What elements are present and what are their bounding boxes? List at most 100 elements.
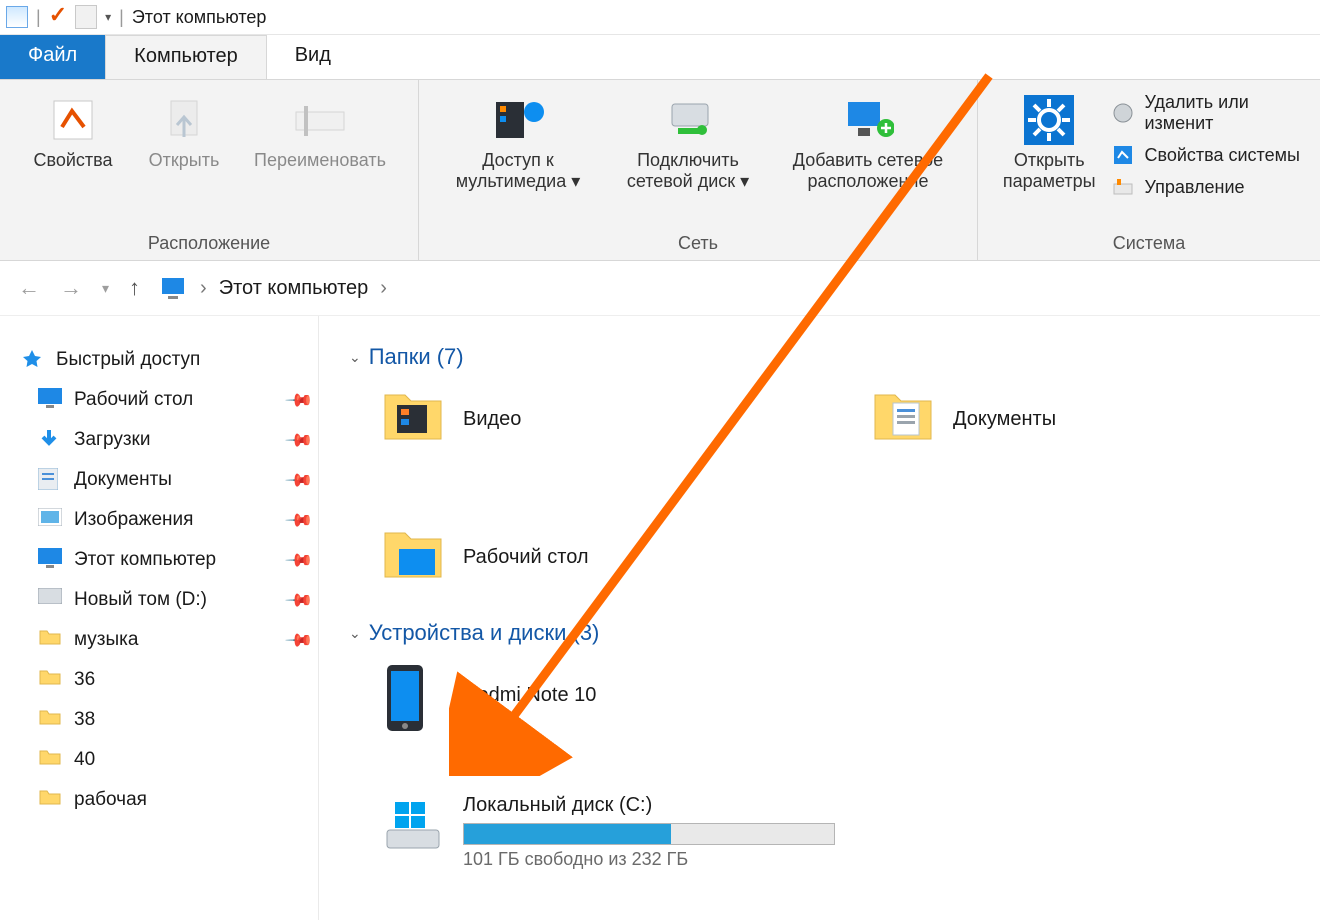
folder-desktop[interactable]: Рабочий стол — [381, 518, 811, 596]
sidebar: Быстрый доступ Рабочий стол📌 Загрузки📌 Д… — [0, 316, 319, 920]
rename-button[interactable]: Переименовать — [238, 90, 402, 175]
folder-icon — [38, 748, 62, 772]
add-location-icon — [842, 94, 894, 146]
star-icon — [20, 348, 44, 372]
label: Документы — [953, 408, 1056, 431]
label: Локальный диск (C:) — [463, 794, 851, 817]
sidebar-quick-access[interactable]: Быстрый доступ — [20, 340, 310, 380]
disk-usage-bar — [463, 823, 835, 845]
drive-icon — [38, 588, 62, 612]
section-devices-header[interactable]: ⌄ Устройства и диски (3) — [349, 620, 1320, 646]
video-folder-icon — [381, 387, 445, 451]
sidebar-item-36[interactable]: 36 — [20, 660, 310, 700]
pin-icon: 📌 — [283, 385, 314, 416]
breadcrumb[interactable]: › Этот компьютер › — [160, 276, 387, 300]
media-access-button[interactable]: Доступ к мультимедиа ▾ — [436, 90, 600, 195]
pictures-icon — [38, 508, 62, 532]
documents-icon — [38, 468, 62, 492]
folder-icon — [38, 628, 62, 652]
documents-folder-icon — [871, 387, 935, 451]
qat-dropdown-icon[interactable]: ▾ — [105, 10, 111, 24]
device-local-disk[interactable]: Локальный диск (C:) 101 ГБ свободно из 2… — [381, 794, 851, 872]
properties-button[interactable]: Свойства — [16, 90, 130, 175]
sidebar-item-38[interactable]: 38 — [20, 700, 310, 740]
add-net-location-button[interactable]: Добавить сетевое расположение — [776, 90, 960, 195]
group-label: Расположение — [0, 233, 418, 254]
label: Удалить или изменит — [1144, 92, 1306, 134]
window-title: Этот компьютер — [132, 7, 267, 28]
sidebar-item-this-pc[interactable]: Этот компьютер📌 — [20, 540, 310, 580]
pin-icon: 📌 — [283, 585, 314, 616]
titlebar: | ✓ ▾ | Этот компьютер — [0, 0, 1320, 35]
sidebar-item-rabochaya[interactable]: рабочая — [20, 780, 310, 820]
pin-icon: 📌 — [283, 465, 314, 496]
media-icon — [492, 94, 544, 146]
properties-icon — [47, 94, 99, 146]
device-phone[interactable]: Redmi Note 10 — [381, 656, 811, 734]
sidebar-item-documents[interactable]: Документы📌 — [20, 460, 310, 500]
nav-up-icon[interactable]: ↑ — [129, 275, 140, 301]
nav-forward-icon[interactable]: → — [60, 275, 82, 301]
group-label: Сеть — [419, 233, 977, 254]
uninstall-icon — [1112, 102, 1134, 124]
system-properties-button[interactable]: Свойства системы — [1112, 144, 1306, 166]
folder-video[interactable]: Видео — [381, 380, 811, 458]
tab-view[interactable]: Вид — [267, 35, 359, 79]
sidebar-item-desktop[interactable]: Рабочий стол📌 — [20, 380, 310, 420]
phone-icon — [381, 663, 445, 727]
folder-icon — [38, 668, 62, 692]
desktop-icon — [38, 388, 62, 412]
open-button[interactable]: Открыть — [136, 90, 232, 175]
label: 40 — [74, 749, 95, 771]
pin-icon: 📌 — [283, 505, 314, 536]
folder-icon — [38, 788, 62, 812]
chevron-down-icon: ⌄ — [349, 625, 361, 642]
label: Этот компьютер — [74, 549, 216, 571]
separator: | — [119, 7, 124, 28]
label: Переименовать — [254, 150, 386, 171]
tab-file[interactable]: Файл — [0, 35, 105, 79]
pc-icon — [160, 276, 188, 300]
sidebar-item-new-volume[interactable]: Новый том (D:)📌 — [20, 580, 310, 620]
label: Подключить сетевой диск ▾ — [608, 150, 768, 191]
ribbon-group-network: Доступ к мультимедиа ▾ Подключить сетево… — [419, 80, 978, 260]
ribbon-group-location: Свойства Открыть Переименовать Расположе… — [0, 80, 419, 260]
label: рабочая — [74, 789, 147, 811]
tab-computer[interactable]: Компьютер — [105, 35, 267, 79]
nav-recent-icon[interactable]: ▾ — [102, 280, 109, 297]
folder-documents[interactable]: Документы — [871, 380, 1301, 458]
pin-icon: 📌 — [283, 625, 314, 656]
ribbon: Свойства Открыть Переименовать Расположе… — [0, 79, 1320, 261]
pin-icon: 📌 — [283, 425, 314, 456]
manage-button[interactable]: Управление — [1112, 176, 1306, 198]
uninstall-button[interactable]: Удалить или изменит — [1112, 92, 1306, 134]
label: Изображения — [74, 509, 193, 531]
sidebar-item-40[interactable]: 40 — [20, 740, 310, 780]
label: музыка — [74, 629, 138, 651]
label: Рабочий стол — [74, 389, 193, 411]
crumb-root[interactable]: Этот компьютер — [219, 277, 369, 300]
open-settings-button[interactable]: Открыть параметры — [992, 90, 1106, 195]
manage-icon — [1112, 176, 1134, 198]
open-icon — [158, 94, 210, 146]
section-folders-header[interactable]: ⌄ Папки (7) — [349, 344, 1320, 370]
pc-icon — [38, 548, 62, 572]
sidebar-item-downloads[interactable]: Загрузки📌 — [20, 420, 310, 460]
label: Видео — [463, 408, 521, 431]
chevron-right-icon: › — [380, 277, 387, 300]
downloads-icon — [38, 428, 62, 452]
map-drive-icon — [662, 94, 714, 146]
chevron-down-icon: ⌄ — [349, 349, 361, 366]
chevron-right-icon: › — [200, 277, 207, 300]
map-drive-button[interactable]: Подключить сетевой диск ▾ — [606, 90, 770, 195]
sidebar-item-pictures[interactable]: Изображения📌 — [20, 500, 310, 540]
label: Управление — [1144, 177, 1244, 198]
label: Рабочий стол — [463, 546, 589, 569]
qat-new-icon[interactable] — [75, 5, 97, 29]
qat-check-icon[interactable]: ✓ — [49, 2, 67, 28]
system-links: Удалить или изменит Свойства системы Упр… — [1112, 90, 1306, 198]
nav-back-icon[interactable]: ← — [18, 275, 40, 301]
content-area: ⌄ Папки (7) Видео Документы Рабочий стол… — [319, 316, 1320, 920]
sidebar-item-music[interactable]: музыка📌 — [20, 620, 310, 660]
ribbon-tabs: Файл Компьютер Вид — [0, 35, 1320, 79]
